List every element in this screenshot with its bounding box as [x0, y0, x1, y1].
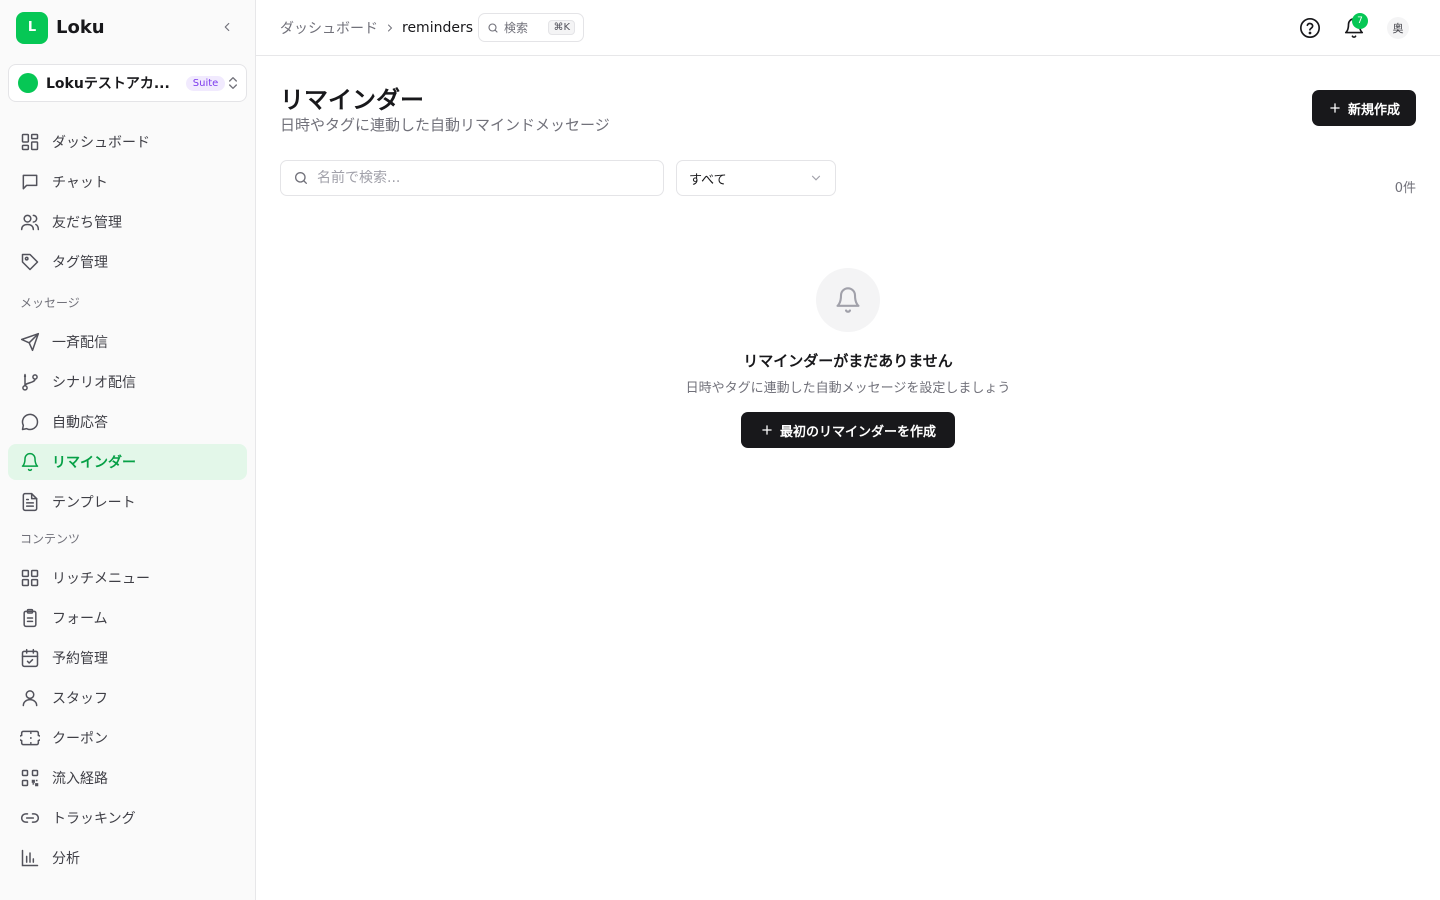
dashboard-grid-icon — [20, 132, 40, 152]
sidebar-item-label: スタッフ — [52, 691, 108, 707]
sidebar: L Loku Lokuテストアカ... Suite ダッシュボード チャット 友… — [0, 0, 256, 900]
link-icon — [20, 808, 40, 828]
sidebar-item-broadcast[interactable]: 一斉配信 — [8, 324, 247, 360]
collapse-sidebar-icon[interactable] — [217, 17, 237, 37]
qr-code-icon — [20, 768, 40, 788]
sidebar-item-label: タグ管理 — [52, 255, 108, 271]
clipboard-icon — [20, 608, 40, 628]
sidebar-item-reminders[interactable]: リマインダー — [8, 444, 247, 480]
sidebar-item-label: テンプレート — [52, 495, 136, 511]
sidebar-item-tags[interactable]: タグ管理 — [8, 244, 247, 280]
sidebar-nav: ダッシュボード チャット 友だち管理 タグ管理 メッセージ 一斉配信 シナリオ配… — [8, 124, 247, 880]
breadcrumb: ダッシュボード reminders — [280, 18, 473, 38]
message-circle-icon — [20, 412, 40, 432]
sidebar-item-friends[interactable]: 友だち管理 — [8, 204, 247, 240]
notification-count-badge: 7 — [1352, 13, 1368, 29]
sidebar-item-rich-menu[interactable]: リッチメニュー — [8, 560, 247, 596]
sidebar-item-label: 流入経路 — [52, 771, 108, 787]
plan-badge: Suite — [185, 75, 226, 91]
create-first-reminder-label: 最初のリマインダーを作成 — [779, 424, 936, 440]
page-title: リマインダー — [280, 86, 424, 114]
ticket-icon — [20, 728, 40, 748]
name-search-input[interactable] — [317, 170, 637, 186]
result-count: 0件 — [1394, 181, 1416, 196]
sidebar-item-inflow[interactable]: 流入経路 — [8, 760, 247, 796]
sidebar-item-label: トラッキング — [52, 811, 136, 827]
sidebar-item-forms[interactable]: フォーム — [8, 600, 247, 636]
sidebar-item-coupons[interactable]: クーポン — [8, 720, 247, 756]
account-avatar — [18, 73, 38, 93]
send-icon — [20, 332, 40, 352]
search-shortcut: ⌘K — [548, 20, 575, 35]
global-search-button[interactable]: 検索 ⌘K — [478, 13, 584, 42]
name-search-box[interactable] — [280, 160, 664, 196]
users-icon — [20, 212, 40, 232]
sidebar-item-scenario[interactable]: シナリオ配信 — [8, 364, 247, 400]
sidebar-item-label: リマインダー — [52, 455, 136, 471]
branch-icon — [20, 372, 40, 392]
account-name: Lokuテストアカ... — [46, 76, 170, 92]
chevrons-up-down-icon — [225, 75, 241, 91]
sidebar-item-label: 自動応答 — [52, 415, 108, 431]
new-reminder-button[interactable]: 新規作成 — [1312, 90, 1416, 126]
brand-name: Loku — [56, 17, 105, 38]
sidebar-item-label: チャット — [52, 175, 108, 191]
search-icon — [293, 170, 309, 186]
sidebar-item-label: リッチメニュー — [52, 571, 150, 587]
account-switcher[interactable]: Lokuテストアカ... Suite — [8, 64, 247, 102]
filter-selected-value: すべて — [689, 172, 727, 188]
sidebar-item-dashboard[interactable]: ダッシュボード — [8, 124, 247, 160]
sidebar-section-contents: コンテンツ — [20, 532, 81, 546]
status-filter-select[interactable]: すべて — [676, 160, 836, 196]
brand[interactable]: L Loku — [16, 11, 105, 44]
sidebar-item-tracking[interactable]: トラッキング — [8, 800, 247, 836]
new-reminder-label: 新規作成 — [1347, 102, 1400, 118]
chevron-down-icon — [809, 171, 823, 185]
sidebar-item-analytics[interactable]: 分析 — [8, 840, 247, 876]
sidebar-item-label: 予約管理 — [52, 651, 108, 667]
empty-state-title: リマインダーがまだありません — [743, 352, 953, 370]
empty-state-subtitle: 日時やタグに連動した自動メッセージを設定しましょう — [685, 381, 1011, 396]
chevron-right-icon — [384, 22, 396, 34]
empty-bell-icon — [816, 268, 880, 332]
bar-chart-icon — [20, 848, 40, 868]
breadcrumb-current: reminders — [402, 20, 474, 36]
sidebar-item-label: 分析 — [52, 851, 80, 867]
sidebar-item-label: シナリオ配信 — [52, 375, 136, 391]
sidebar-section-messages: メッセージ — [20, 296, 80, 310]
tag-icon — [20, 252, 40, 272]
sidebar-item-label: クーポン — [52, 731, 108, 747]
sidebar-item-reservations[interactable]: 予約管理 — [8, 640, 247, 676]
sidebar-item-chat[interactable]: チャット — [8, 164, 247, 200]
user-icon — [20, 688, 40, 708]
search-icon — [487, 22, 499, 34]
topbar: ダッシュボード reminders 検索 ⌘K — [256, 0, 1440, 56]
sidebar-item-label: フォーム — [52, 611, 108, 627]
sidebar-item-auto-reply[interactable]: 自動応答 — [8, 404, 247, 440]
create-first-reminder-button[interactable]: 最初のリマインダーを作成 — [741, 412, 955, 448]
chat-icon — [20, 172, 40, 192]
file-text-icon — [20, 492, 40, 512]
sidebar-item-label: ダッシュボード — [52, 135, 150, 151]
sidebar-item-templates[interactable]: テンプレート — [8, 484, 247, 520]
sidebar-item-staff[interactable]: スタッフ — [8, 680, 247, 716]
bell-icon — [20, 452, 40, 472]
user-avatar[interactable]: 奥 — [1387, 17, 1409, 39]
grid-icon — [20, 568, 40, 588]
sidebar-item-label: 一斉配信 — [52, 335, 108, 351]
brand-logo: L — [16, 11, 48, 44]
plus-icon — [760, 423, 774, 437]
global-search-label: 検索 — [504, 21, 529, 35]
sidebar-item-label: 友だち管理 — [52, 215, 122, 231]
calendar-check-icon — [20, 648, 40, 668]
page-subtitle: 日時やタグに連動した自動リマインドメッセージ — [280, 116, 610, 134]
help-icon[interactable] — [1298, 16, 1322, 40]
plus-icon — [1328, 101, 1342, 115]
breadcrumb-dashboard[interactable]: ダッシュボード — [280, 18, 378, 38]
